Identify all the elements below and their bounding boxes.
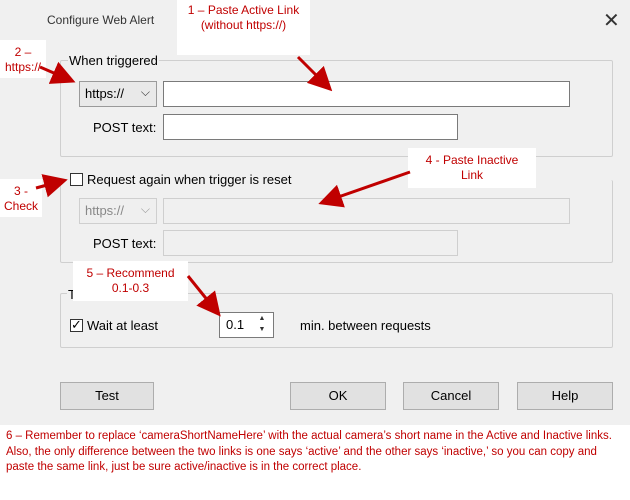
wait-at-least-checkbox[interactable] xyxy=(70,317,83,333)
chevron-down-icon: ⌵ xyxy=(140,202,150,216)
cancel-button[interactable]: Cancel xyxy=(403,382,499,410)
when-triggered-group xyxy=(60,60,613,157)
protocol-select-inactive-value: https:// xyxy=(85,203,125,218)
post-text-label-inactive: POST text: xyxy=(93,236,157,251)
annotation-4: 4 - Paste Inactive Link xyxy=(425,153,519,182)
inactive-url-input[interactable] xyxy=(163,198,570,224)
protocol-select-inactive[interactable]: https:// ⌵ xyxy=(79,198,157,224)
window-title: Configure Web Alert xyxy=(47,13,155,27)
active-url-input[interactable] xyxy=(163,81,570,107)
when-triggered-label: When triggered xyxy=(68,53,159,68)
spin-up-icon[interactable]: ▲ xyxy=(254,313,270,324)
spin-down-icon[interactable]: ▼ xyxy=(254,324,270,335)
annotation-5: 5 – Recommend 0.1-0.3 xyxy=(86,266,175,295)
chevron-down-icon: ⌵ xyxy=(140,85,150,99)
post-text-input-inactive[interactable] xyxy=(163,230,458,256)
annotation-3: 3 - Check xyxy=(3,184,38,213)
close-icon[interactable]: ✕ xyxy=(603,8,620,33)
wait-interval-spinner[interactable]: ▲ ▼ xyxy=(254,313,270,337)
annotation-1: 1 – Paste Active Link (without https://) xyxy=(187,3,300,32)
configure-web-alert-dialog: Configure Web Alert ✕ When triggered htt… xyxy=(0,0,630,425)
protocol-select-active-value: https:// xyxy=(85,86,125,101)
post-text-label-active: POST text: xyxy=(93,120,157,135)
wait-at-least-label: Wait at least xyxy=(87,318,159,333)
wait-interval-value: 0.1 xyxy=(226,317,245,332)
test-button[interactable]: Test xyxy=(60,382,154,410)
post-text-input-active[interactable] xyxy=(163,114,458,140)
ok-button[interactable]: OK xyxy=(290,382,386,410)
help-button[interactable]: Help xyxy=(517,382,613,410)
wait-suffix-label: min. between requests xyxy=(300,318,431,333)
protocol-select-active[interactable]: https:// ⌵ xyxy=(79,81,157,107)
title-bar: Configure Web Alert ✕ xyxy=(0,0,630,36)
annotation-6: 6 – Remember to replace ‘cameraShortName… xyxy=(6,430,612,473)
annotation-2: 2 – https:// xyxy=(4,45,42,74)
